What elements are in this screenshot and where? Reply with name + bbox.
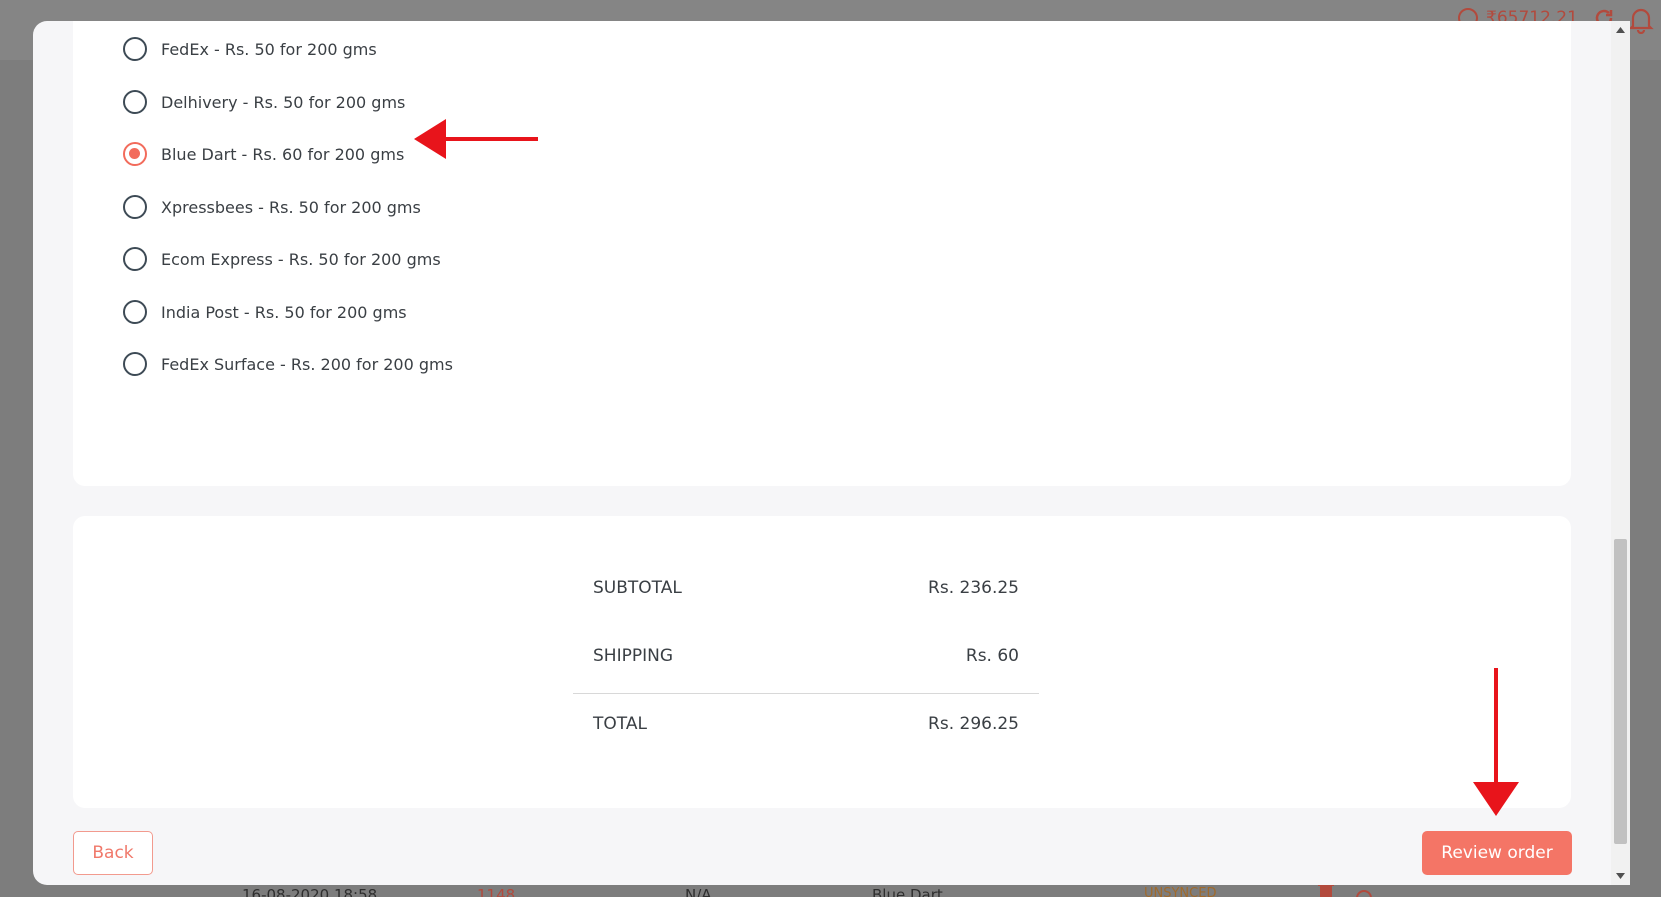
shipping-option-delhivery[interactable]: Delhivery - Rs. 50 for 200 gms <box>123 87 405 117</box>
subtotal-row: SUBTOTAL Rs. 236.25 <box>593 578 1019 598</box>
shipping-option-fedex-surface[interactable]: FedEx Surface - Rs. 200 for 200 gms <box>123 349 453 379</box>
modal-scrollbar[interactable] <box>1611 21 1630 885</box>
shipping-value: Rs. 60 <box>965 646 1019 666</box>
shipping-label: SHIPPING <box>593 646 673 666</box>
shipping-option-fedex[interactable]: FedEx - Rs. 50 for 200 gms <box>123 34 377 64</box>
scroll-down-arrow-icon[interactable] <box>1611 867 1630 885</box>
option-label: India Post - Rs. 50 for 200 gms <box>161 302 407 322</box>
notification-bell-icon[interactable] <box>1628 6 1654 34</box>
row-courier: Blue Dart <box>872 886 943 897</box>
annotation-arrow-left-icon <box>414 119 538 159</box>
row-date: 16-08-2020 18:58 <box>242 886 378 897</box>
radio-india-post[interactable] <box>123 300 147 324</box>
option-label: Delhivery - Rs. 50 for 200 gms <box>161 92 406 112</box>
option-label: Xpressbees - Rs. 50 for 200 gms <box>161 197 421 217</box>
annotation-arrow-down-icon <box>1473 668 1519 816</box>
scroll-thumb[interactable] <box>1614 539 1627 844</box>
shipping-option-ecom-express[interactable]: Ecom Express - Rs. 50 for 200 gms <box>123 244 441 274</box>
background-order-row: 16-08-2020 18:58 1148 N/A Blue Dart UNSY… <box>0 884 1661 897</box>
total-row: TOTAL Rs. 296.25 <box>593 714 1019 734</box>
radio-fedex-surface[interactable] <box>123 352 147 376</box>
radio-xpressbees[interactable] <box>123 195 147 219</box>
shipping-option-india-post[interactable]: India Post - Rs. 50 for 200 gms <box>123 297 407 327</box>
radio-fedex[interactable] <box>123 37 147 61</box>
total-value: Rs. 296.25 <box>928 714 1019 734</box>
radio-delhivery[interactable] <box>123 90 147 114</box>
scroll-up-arrow-icon[interactable] <box>1611 21 1630 39</box>
option-label: FedEx - Rs. 50 for 200 gms <box>161 39 377 59</box>
shipping-row: SHIPPING Rs. 60 <box>593 646 1019 666</box>
summary-divider <box>573 693 1039 694</box>
total-label: TOTAL <box>593 714 647 734</box>
review-order-button[interactable]: Review order <box>1422 831 1572 875</box>
row-status-badge: UNSYNCED <box>1144 886 1217 897</box>
shipping-options-card: FedEx - Rs. 50 for 200 gms Delhivery - R… <box>73 21 1571 486</box>
delete-icon[interactable] <box>1316 884 1336 897</box>
row-awb: N/A <box>685 886 712 897</box>
sync-icon[interactable] <box>1354 884 1374 897</box>
row-order-id: 1148 <box>477 886 516 897</box>
shipping-option-xpressbees[interactable]: Xpressbees - Rs. 50 for 200 gms <box>123 192 421 222</box>
radio-blue-dart[interactable] <box>123 142 147 166</box>
shipping-option-blue-dart[interactable]: Blue Dart - Rs. 60 for 200 gms <box>123 139 404 169</box>
subtotal-value: Rs. 236.25 <box>928 578 1019 598</box>
order-summary-card: SUBTOTAL Rs. 236.25 SHIPPING Rs. 60 TOTA… <box>73 516 1571 808</box>
option-label: Ecom Express - Rs. 50 for 200 gms <box>161 249 441 269</box>
option-label: FedEx Surface - Rs. 200 for 200 gms <box>161 354 453 374</box>
back-button[interactable]: Back <box>73 831 153 875</box>
radio-ecom-express[interactable] <box>123 247 147 271</box>
option-label: Blue Dart - Rs. 60 for 200 gms <box>161 144 405 164</box>
subtotal-label: SUBTOTAL <box>593 578 682 598</box>
order-modal: FedEx - Rs. 50 for 200 gms Delhivery - R… <box>33 21 1630 885</box>
